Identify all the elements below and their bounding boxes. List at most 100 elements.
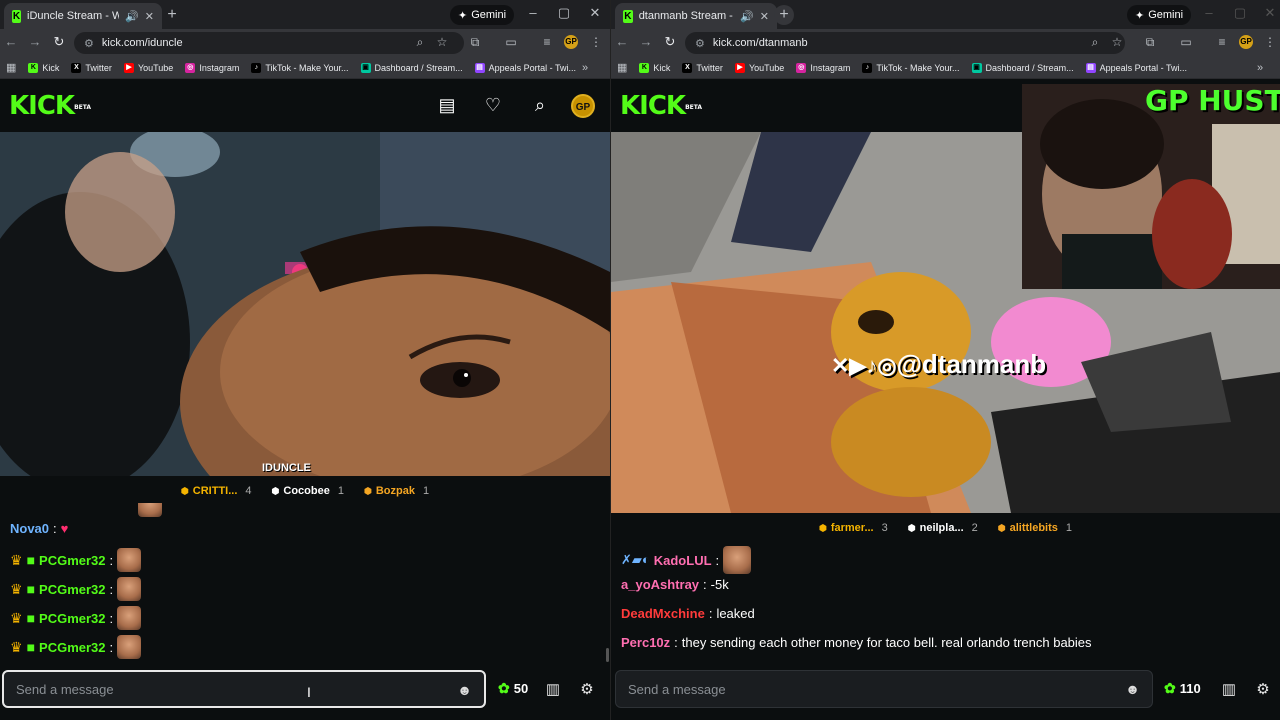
- minimize-icon[interactable]: –: [524, 5, 542, 20]
- leaderboard-entry[interactable]: ⬢ Bozpak 1: [364, 485, 429, 497]
- chat-username[interactable]: PCGmer32: [39, 640, 105, 655]
- emoji-picker-icon[interactable]: ☻: [1125, 681, 1140, 697]
- bookmarks-overflow-icon[interactable]: »: [582, 57, 588, 78]
- stream-video-player[interactable]: [0, 132, 610, 476]
- media-icon[interactable]: ≡: [539, 35, 555, 49]
- chat-input-placeholder: Send a message: [628, 681, 726, 697]
- forward-icon[interactable]: →: [26, 34, 44, 49]
- stream-watermark: IDUNCLE: [262, 462, 311, 474]
- media-icon[interactable]: ≡: [1214, 35, 1230, 49]
- bookmark-dashboard[interactable]: ▣ Dashboard / Stream...: [971, 62, 1074, 73]
- bookmark-instagram[interactable]: ◎ Instagram: [185, 62, 239, 73]
- chat-username[interactable]: PCGmer32: [39, 553, 105, 568]
- zoom-icon[interactable]: ⌕: [412, 35, 428, 50]
- bookmark-kick[interactable]: K Kick: [639, 62, 670, 73]
- zoom-icon[interactable]: ⌕: [1087, 35, 1103, 50]
- shop-icon[interactable]: ▥: [544, 680, 562, 698]
- chat-username[interactable]: PCGmer32: [39, 611, 105, 626]
- leaderboard-entry[interactable]: ⬢ Cocobee 1: [272, 485, 344, 497]
- bookmark-twitter[interactable]: X Twitter: [682, 62, 723, 73]
- chat-username[interactable]: Perc10z: [621, 635, 670, 650]
- bookmark-star-icon[interactable]: ☆: [1109, 35, 1125, 49]
- clips-icon[interactable]: ▤: [436, 95, 458, 116]
- close-tab-icon[interactable]: ✕: [145, 10, 154, 23]
- leaderboard-entry[interactable]: ⬢ farmer... 3: [819, 522, 888, 534]
- extensions-icon[interactable]: ⧉: [467, 35, 483, 50]
- chat-username[interactable]: PCGmer32: [39, 582, 105, 597]
- chat-username[interactable]: Nova0: [10, 521, 49, 536]
- emote-image: [723, 546, 752, 574]
- colon: :: [109, 581, 114, 597]
- tab-iduncle[interactable]: K iDuncle Stream - Watch Liv 🔊 ✕: [4, 3, 162, 29]
- new-tab-button[interactable]: +: [162, 5, 182, 25]
- bookmark-twitter[interactable]: X Twitter: [71, 62, 112, 73]
- kick-logo[interactable]: KICKBETA: [9, 92, 91, 120]
- bookmark-instagram[interactable]: ◎ Instagram: [796, 62, 850, 73]
- close-window-icon[interactable]: ✕: [1261, 5, 1279, 21]
- new-tab-button[interactable]: +: [774, 5, 794, 25]
- gift-leaderboard: ⬢ CRITTI... 4 ⬢ Cocobee 1 ⬢ Bozpak 1: [0, 480, 610, 502]
- search-icon[interactable]: ⌕: [529, 95, 551, 116]
- bookmarks-overflow-icon[interactable]: »: [1257, 57, 1263, 78]
- menu-dots-icon[interactable]: ⋮: [588, 35, 604, 49]
- bookmark-youtube[interactable]: ▶ YouTube: [734, 62, 784, 73]
- chat-scrollbar[interactable]: [606, 648, 609, 662]
- shop-icon[interactable]: ▥: [1220, 680, 1238, 698]
- chat-input[interactable]: Send a message ☻: [615, 670, 1153, 708]
- emote-image: [117, 548, 142, 572]
- address-bar[interactable]: ⚙ kick.com/dtanmanb: [685, 32, 1125, 54]
- site-info-icon[interactable]: ⚙: [695, 37, 705, 50]
- close-window-icon[interactable]: ✕: [586, 5, 604, 21]
- speaker-icon[interactable]: 🔊: [125, 10, 139, 23]
- leaderboard-entry[interactable]: ⬢ neilpla... 2: [908, 522, 978, 534]
- chat-settings-icon[interactable]: ⚙: [578, 680, 596, 698]
- profile-avatar[interactable]: GP: [564, 35, 578, 49]
- back-icon[interactable]: ←: [613, 34, 631, 49]
- chat-input[interactable]: Send a message ☻: [2, 670, 486, 708]
- tab-dtanmanb[interactable]: K dtanmanb Stream - Watch 🔊 ✕: [615, 3, 777, 29]
- channel-points[interactable]: ✿ 110: [1164, 680, 1201, 697]
- user-avatar[interactable]: GP: [571, 94, 595, 118]
- chat-message: a_yoAshtray: -5k: [621, 577, 729, 592]
- bookmark-kick[interactable]: K Kick: [28, 62, 59, 73]
- bookmark-star-icon[interactable]: ☆: [434, 35, 450, 49]
- bookmark-appeals[interactable]: ▤ Appeals Portal - Twi...: [474, 62, 576, 73]
- leaderboard-entry[interactable]: ⬢ alittlebits 1: [998, 522, 1072, 534]
- site-info-icon[interactable]: ⚙: [84, 37, 94, 50]
- profile-avatar[interactable]: GP: [1239, 35, 1253, 49]
- reload-icon[interactable]: ↻: [50, 34, 68, 50]
- channel-points[interactable]: ✿ 50: [498, 680, 528, 697]
- extensions-icon[interactable]: ⧉: [1142, 35, 1158, 50]
- apps-grid-icon[interactable]: ▦: [617, 61, 627, 74]
- speaker-icon[interactable]: 🔊: [740, 10, 754, 23]
- close-tab-icon[interactable]: ✕: [760, 10, 769, 23]
- kick-logo[interactable]: KICKBETA: [620, 92, 702, 120]
- bookmark-tiktok[interactable]: ♪ TikTok - Make Your...: [862, 62, 960, 73]
- gift-badge-icon: ■: [26, 610, 36, 626]
- chat-settings-icon[interactable]: ⚙: [1254, 680, 1272, 698]
- leaderboard-entry[interactable]: ⬢ CRITTI... 4: [181, 485, 252, 497]
- bookmark-dashboard[interactable]: ▣ Dashboard / Stream...: [360, 62, 463, 73]
- minimize-icon[interactable]: –: [1200, 5, 1218, 20]
- youtube-icon: ▶: [123, 62, 134, 73]
- maximize-icon[interactable]: ▢: [1231, 5, 1249, 21]
- maximize-icon[interactable]: ▢: [555, 5, 573, 21]
- reload-icon[interactable]: ↻: [661, 34, 679, 50]
- back-icon[interactable]: ←: [2, 34, 20, 49]
- address-bar[interactable]: ⚙ kick.com/iduncle: [74, 32, 464, 54]
- chat-username[interactable]: a_yoAshtray: [621, 577, 699, 592]
- cast-icon[interactable]: ▭: [503, 35, 519, 49]
- apps-grid-icon[interactable]: ▦: [6, 61, 16, 74]
- chat-username[interactable]: DeadMxchine: [621, 606, 705, 621]
- forward-icon[interactable]: →: [637, 34, 655, 49]
- gemini-button[interactable]: ✦ Gemini: [1127, 5, 1192, 25]
- menu-dots-icon[interactable]: ⋮: [1262, 35, 1278, 49]
- gemini-button[interactable]: ✦ Gemini: [450, 5, 515, 25]
- bookmark-appeals[interactable]: ▤ Appeals Portal - Twi...: [1085, 62, 1187, 73]
- follow-heart-icon[interactable]: ♡: [482, 95, 504, 116]
- emoji-picker-icon[interactable]: ☻: [457, 682, 472, 698]
- bookmark-youtube[interactable]: ▶ YouTube: [123, 62, 173, 73]
- bookmark-tiktok[interactable]: ♪ TikTok - Make Your...: [251, 62, 349, 73]
- chat-username[interactable]: KadoLUL: [654, 553, 712, 568]
- cast-icon[interactable]: ▭: [1178, 35, 1194, 49]
